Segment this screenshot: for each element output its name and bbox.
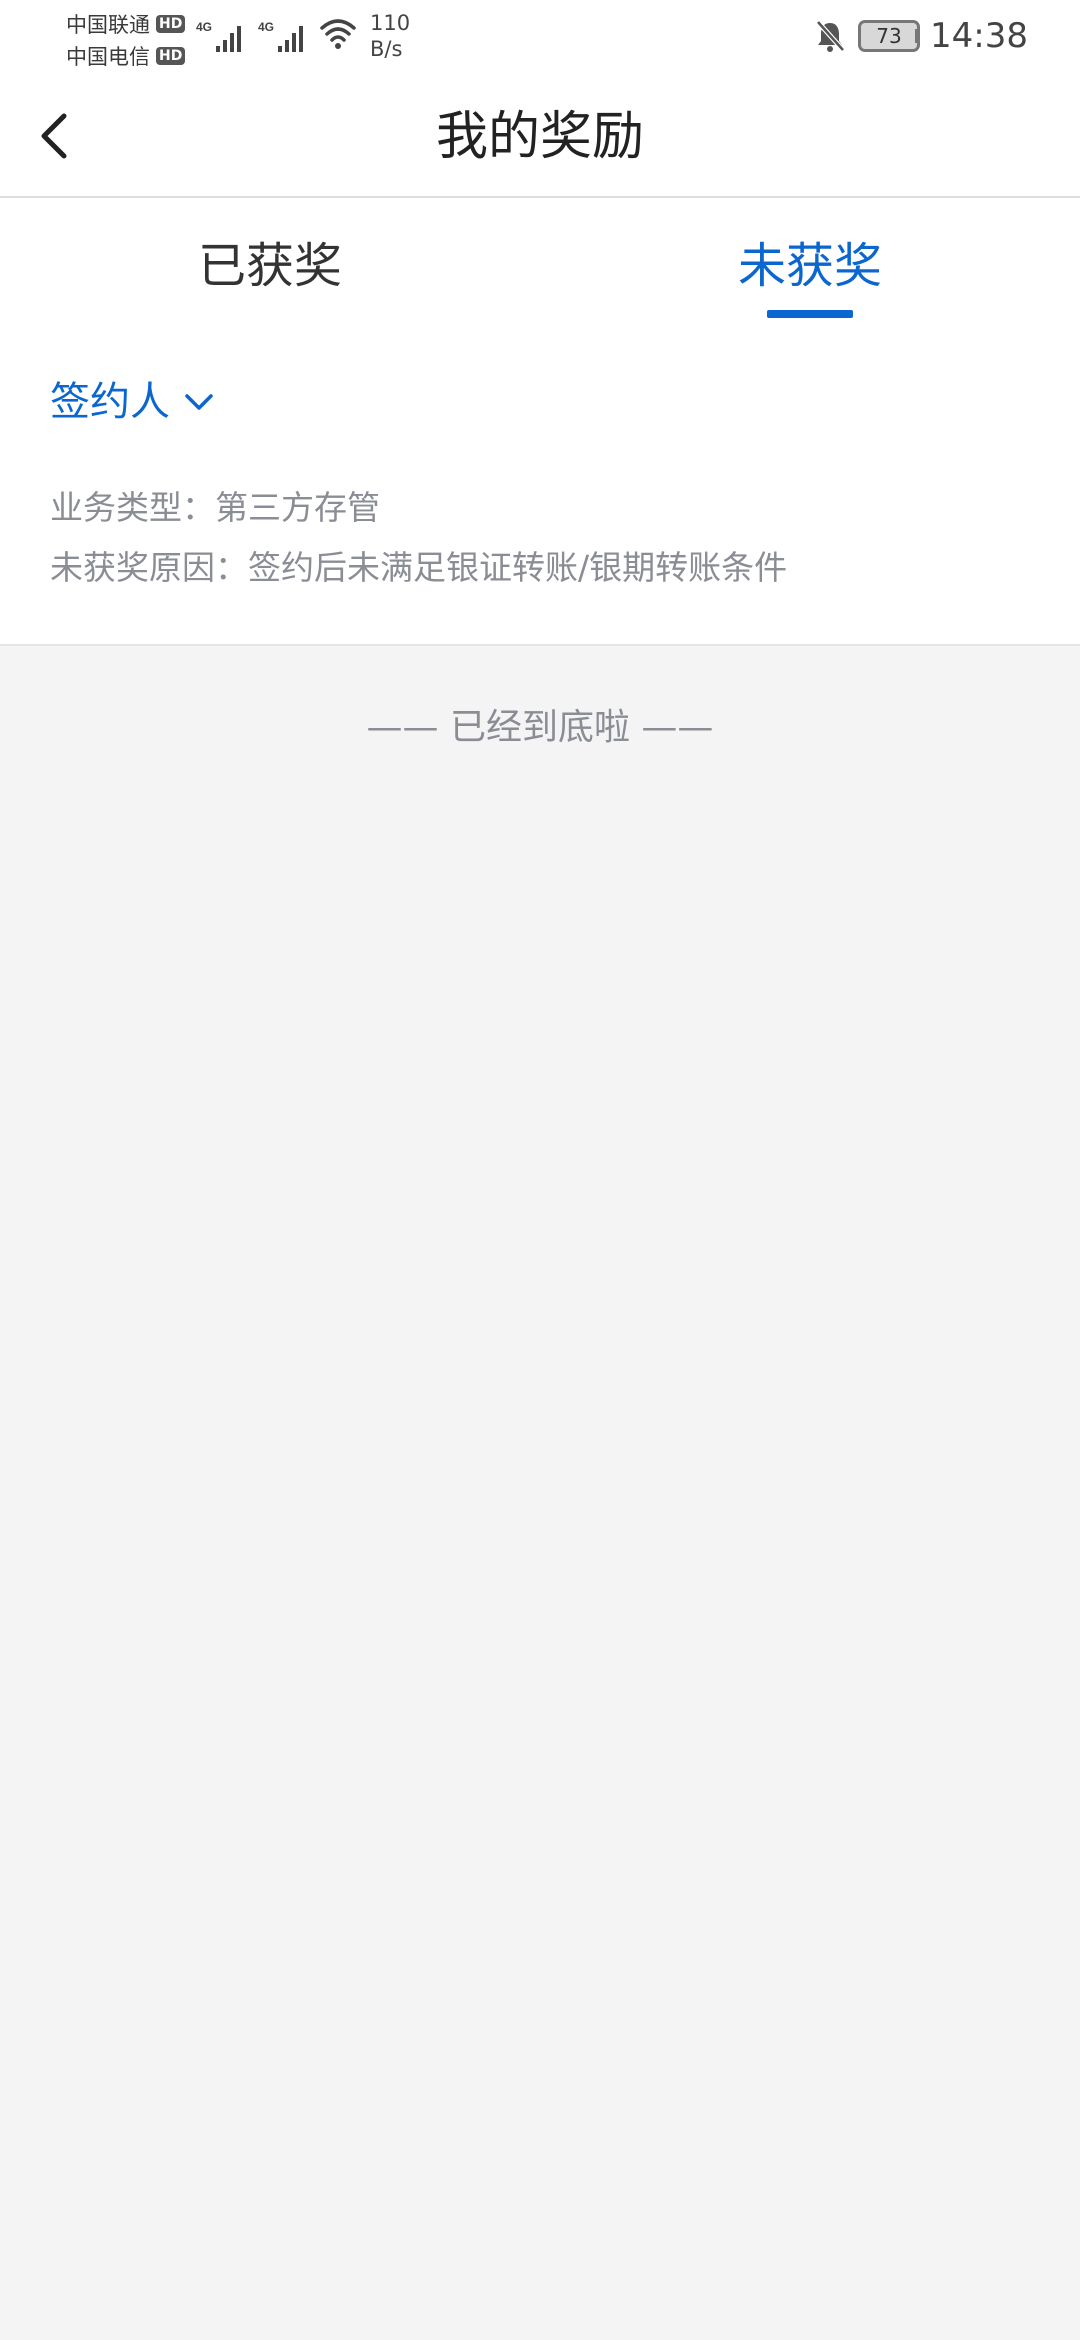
carrier-name-1: 中国联通 (66, 13, 150, 37)
clock: 14:38 (930, 16, 1028, 56)
role-label: 签约人 (50, 379, 170, 425)
end-of-list-text: —— 已经到底啦 —— (366, 707, 714, 748)
carrier-name-2: 中国电信 (66, 45, 150, 69)
not-awarded-reason-text: 未获奖原因：签约后未满足银证转账/银期转账条件 (50, 548, 788, 587)
role-dropdown[interactable]: 签约人 (50, 370, 214, 434)
reward-card: 签约人 业务类型：第三方存管 未获奖原因：签约后未满足银证转账/银期转账条件 (0, 322, 1080, 646)
tab-bar: 已获奖 未获奖 (0, 198, 1080, 322)
notifications-off-icon (816, 20, 845, 52)
hd-badge-1: HD (156, 15, 186, 33)
chevron-down-icon (185, 394, 213, 410)
net-speed: 110 B/s (370, 10, 430, 62)
wifi-icon (320, 19, 356, 49)
cell-signal-icon: 4G (258, 20, 303, 52)
page-title: 我的奖励 (435, 107, 644, 167)
network-type-label: 4G (258, 20, 274, 34)
app-header: 我的奖励 (0, 78, 1080, 198)
status-bar: 中国联通 HD 中国电信 HD 4G 4G 110 B/s 73 14:38 (0, 0, 1080, 78)
net-speed-unit: B/s (370, 37, 403, 61)
hd-badge-2: HD (156, 47, 186, 65)
carrier-row-2: 中国电信 HD (66, 40, 186, 72)
cell-signal-icon: 4G (196, 20, 241, 52)
carrier-row-1: 中国联通 HD (66, 8, 186, 40)
battery-indicator: 73 (858, 20, 920, 52)
tab-not-awarded[interactable]: 未获奖 (540, 198, 1080, 322)
active-tab-indicator (767, 310, 853, 318)
tab-awarded[interactable]: 已获奖 (0, 198, 540, 322)
network-type-label: 4G (196, 20, 212, 34)
carrier-info: 中国联通 HD 中国电信 HD (66, 8, 186, 72)
business-type-text: 业务类型：第三方存管 (50, 488, 380, 527)
battery-tip (915, 29, 920, 43)
net-speed-value: 110 (370, 11, 411, 35)
